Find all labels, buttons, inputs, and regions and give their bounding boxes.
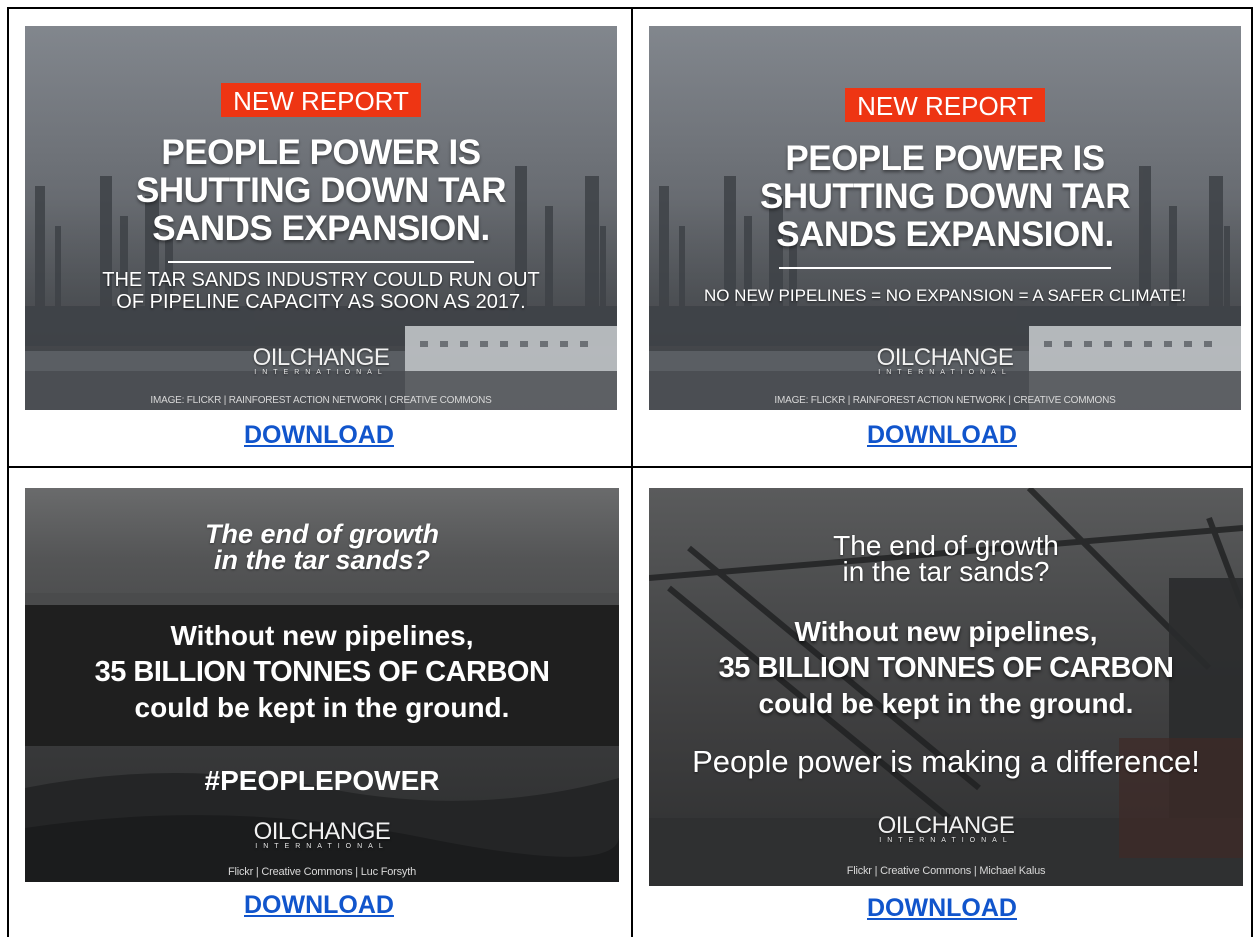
promo-image-1: NEW REPORT PEOPLE POWER IS SHUTTING DOWN…	[25, 26, 617, 410]
headline-line: PEOPLE POWER IS	[161, 133, 481, 172]
grid-line-middle	[631, 7, 633, 937]
oilchange-logo: OILCHANGE INTERNATIONAL	[25, 818, 619, 850]
question-text: The end of growth in the tar sands?	[649, 532, 1243, 587]
grid-line-left	[7, 7, 9, 937]
headline-line: SHUTTING DOWN TAR	[136, 171, 506, 210]
image-credit: IMAGE: FLICKR | RAINFOREST ACTION NETWOR…	[150, 395, 492, 406]
statement-line: 35 BILLION TONNES OF CARBON	[94, 656, 550, 688]
headline: PEOPLE POWER IS SHUTTING DOWN TAR SANDS …	[25, 134, 617, 248]
download-link-2[interactable]: DOWNLOAD	[867, 421, 1017, 449]
statement-line: Without new pipelines,	[170, 620, 474, 651]
subtext-line: NO NEW PIPELINES = NO EXPANSION = A SAFE…	[703, 286, 1187, 305]
download-link-4[interactable]: DOWNLOAD	[867, 894, 1017, 922]
question-line: The end of growth	[205, 519, 439, 549]
grid-line-top	[7, 7, 1253, 9]
download-link-3[interactable]: DOWNLOAD	[244, 891, 394, 919]
headline-line: SHUTTING DOWN TAR	[760, 177, 1130, 216]
new-report-tag: NEW REPORT	[845, 88, 1045, 122]
statement-line: could be kept in the ground.	[134, 692, 510, 723]
oilchange-logo: OILCHANGE INTERNATIONAL	[649, 812, 1243, 844]
statement-line: could be kept in the ground.	[758, 688, 1134, 719]
subtext: NO NEW PIPELINES = NO EXPANSION = A SAFE…	[649, 285, 1241, 307]
new-report-tag: NEW REPORT	[221, 83, 421, 117]
oilchange-logo: OILCHANGE INTERNATIONAL	[649, 344, 1241, 376]
logo-subtext: INTERNATIONAL	[879, 837, 1013, 844]
statement-line: 35 BILLION TONNES OF CARBON	[718, 652, 1174, 684]
hashtag: #PEOPLEPOWER	[204, 765, 440, 796]
promo-image-3: The end of growth in the tar sands? With…	[25, 488, 619, 882]
headline-line: PEOPLE POWER IS	[785, 139, 1105, 178]
question-text: The end of growth in the tar sands?	[25, 519, 619, 575]
download-link-1[interactable]: DOWNLOAD	[244, 421, 394, 449]
question-line: in the tar sands?	[842, 556, 1050, 587]
grid-line-horizontal	[7, 466, 1253, 468]
headline-line: SANDS EXPANSION.	[152, 209, 490, 248]
logo-text: OILCHANGE	[253, 818, 391, 845]
logo-text: OILCHANGE	[877, 812, 1015, 839]
image-credit: IMAGE: FLICKR | RAINFOREST ACTION NETWOR…	[774, 395, 1116, 406]
headline-line: SANDS EXPANSION.	[776, 215, 1114, 254]
statement-line: Without new pipelines,	[794, 616, 1098, 647]
image-credit: Flickr | Creative Commons | Luc Forsyth	[227, 866, 416, 878]
divider	[168, 261, 474, 263]
oilchange-logo: OILCHANGE INTERNATIONAL	[25, 344, 617, 376]
tagline: People power is making a difference!	[692, 744, 1200, 779]
subtext-line: OF PIPELINE CAPACITY AS SOON AS 2017.	[116, 291, 526, 313]
statement-text: Without new pipelines, 35 BILLION TONNES…	[649, 614, 1243, 722]
subtext: THE TAR SANDS INDUSTRY COULD RUN OUT OF …	[25, 269, 617, 313]
subtext-line: THE TAR SANDS INDUSTRY COULD RUN OUT	[102, 269, 540, 291]
logo-subtext: INTERNATIONAL	[254, 369, 388, 376]
logo-text: OILCHANGE	[252, 344, 390, 371]
logo-text: OILCHANGE	[876, 344, 1014, 371]
question-line: in the tar sands?	[213, 545, 431, 575]
headline: PEOPLE POWER IS SHUTTING DOWN TAR SANDS …	[649, 140, 1241, 254]
promo-image-2: NEW REPORT PEOPLE POWER IS SHUTTING DOWN…	[649, 26, 1241, 410]
statement-text: Without new pipelines, 35 BILLION TONNES…	[25, 618, 619, 726]
logo-subtext: INTERNATIONAL	[255, 843, 389, 850]
image-credit: Flickr | Creative Commons | Michael Kalu…	[846, 865, 1046, 877]
logo-subtext: INTERNATIONAL	[878, 369, 1012, 376]
divider	[779, 267, 1111, 269]
promo-image-4: The end of growth in the tar sands? With…	[649, 488, 1243, 886]
